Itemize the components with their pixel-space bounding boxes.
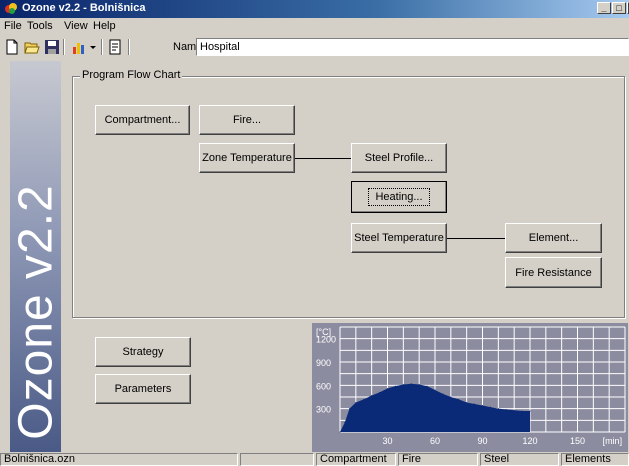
chart-data-point (410, 383, 412, 385)
status-fire: Fire (398, 453, 478, 466)
chart-x-tick-label: 150 (570, 436, 585, 446)
chart-data-point (529, 410, 531, 412)
name-input[interactable] (196, 38, 629, 56)
strategy-button-label: Strategy (122, 346, 164, 358)
status-file: Bolnišnica.ozn (0, 453, 238, 466)
chart-data-point (505, 408, 507, 410)
menu-file[interactable]: File (4, 20, 22, 32)
chart-x-tick-label: 60 (430, 436, 440, 446)
new-file-icon[interactable] (4, 39, 20, 55)
chart-data-point (387, 387, 388, 389)
compartment-button[interactable]: Compartment... (95, 105, 190, 135)
ozone-app-icon (5, 3, 17, 14)
chart-data-point (482, 405, 483, 407)
window-title: Ozone v2.2 - Bolnišnica (22, 2, 146, 14)
chart-y-tick-label: 900 (316, 358, 331, 368)
fire-resistance-button-label: Fire Resistance (515, 266, 592, 279)
heating-button[interactable]: Heating... (351, 181, 447, 213)
fire-button[interactable]: Fire... (199, 105, 295, 135)
steel-temperature-button[interactable]: Steel Temperature (351, 223, 447, 253)
menu-bar: File Tools View Help (0, 18, 629, 35)
document-icon[interactable] (107, 39, 123, 55)
toolbar-separator (128, 39, 130, 55)
chart-data-point (521, 410, 523, 412)
compartment-button-label: Compartment... (104, 114, 181, 126)
maximize-icon[interactable]: □ (612, 2, 626, 14)
chart-data-point (434, 389, 436, 391)
chart-data-point (513, 409, 515, 411)
chart-background (312, 323, 628, 452)
chart-data-point (474, 403, 476, 405)
chart-x-tick-label: 120 (522, 436, 537, 446)
chart-data-point (355, 401, 357, 403)
parameters-button[interactable]: Parameters (95, 374, 191, 404)
steel-profile-button-label: Steel Profile... (364, 152, 434, 164)
chart-data-point (363, 398, 365, 400)
chart-data-point (371, 394, 373, 396)
menu-view[interactable]: View (64, 20, 88, 32)
status-panel-2 (240, 453, 314, 466)
title-bar: Ozone v2.2 - Bolnišnica _ □ (0, 0, 629, 18)
zone-temperature-button[interactable]: Zone Temperature (199, 143, 295, 173)
element-button[interactable]: Element... (505, 223, 602, 253)
chart-y-tick-label: 1200 (316, 335, 336, 345)
menu-help[interactable]: Help (93, 20, 116, 32)
fire-button-label: Fire... (232, 114, 262, 126)
status-bar: Bolnišnica.ozn Compartment Fire Steel El… (0, 452, 629, 466)
chart-x-tick-label: 90 (477, 436, 487, 446)
chart-y-tick-label: 600 (316, 381, 331, 391)
element-button-label: Element... (528, 232, 579, 244)
steel-temperature-button-label: Steel Temperature (354, 232, 444, 244)
chart-x-tick-label: 30 (382, 436, 392, 446)
toolbar: Name: (0, 35, 629, 59)
chart-data-point (466, 401, 468, 403)
chart-data-point (450, 396, 452, 398)
chart-data-point (402, 384, 404, 386)
dropdown-arrow-icon[interactable] (89, 39, 97, 55)
open-folder-icon[interactable] (24, 39, 40, 55)
steel-profile-button[interactable]: Steel Profile... (351, 143, 447, 173)
strategy-button[interactable]: Strategy (95, 337, 191, 367)
heating-button-label: Heating... (368, 188, 430, 206)
chart-x-tick-label: [min] (603, 436, 623, 446)
chart-data-point (489, 406, 491, 408)
fire-resistance-button[interactable]: Fire Resistance (505, 257, 602, 288)
connector-line (447, 238, 505, 239)
save-icon[interactable] (44, 39, 60, 55)
chart-data-point (418, 384, 420, 386)
banner-text: Ozone v2.2 (9, 183, 62, 440)
chart-data-point (349, 408, 350, 410)
chart-data-point (442, 393, 444, 395)
minimize-icon[interactable]: _ (597, 2, 611, 14)
chart-data-point (497, 408, 499, 410)
toolbar-separator (63, 39, 65, 55)
temperature-chart: [°C]120090060030030 60 90 120 150 [min] (312, 323, 628, 452)
parameters-button-label: Parameters (114, 383, 172, 395)
toolbar-separator (101, 39, 103, 55)
chart-data-point (426, 385, 428, 387)
chart-data-point (458, 398, 460, 400)
chart-y-tick-label: 300 (316, 405, 331, 415)
chart-data-point (339, 431, 341, 433)
chart-data-point (394, 385, 396, 387)
program-flow-chart-legend: Program Flow Chart (80, 69, 183, 81)
status-steel: Steel (480, 453, 559, 466)
chart-data-point (344, 422, 346, 424)
zone-temperature-button-label: Zone Temperature (202, 152, 292, 164)
chart-data-point (379, 391, 381, 393)
status-compartment: Compartment (316, 453, 396, 466)
status-elements: Elements (561, 453, 629, 466)
chart-icon[interactable] (71, 39, 87, 55)
menu-tools[interactable]: Tools (27, 20, 53, 32)
ozone-banner: Ozone v2.2 (9, 61, 62, 452)
connector-line (295, 158, 351, 159)
